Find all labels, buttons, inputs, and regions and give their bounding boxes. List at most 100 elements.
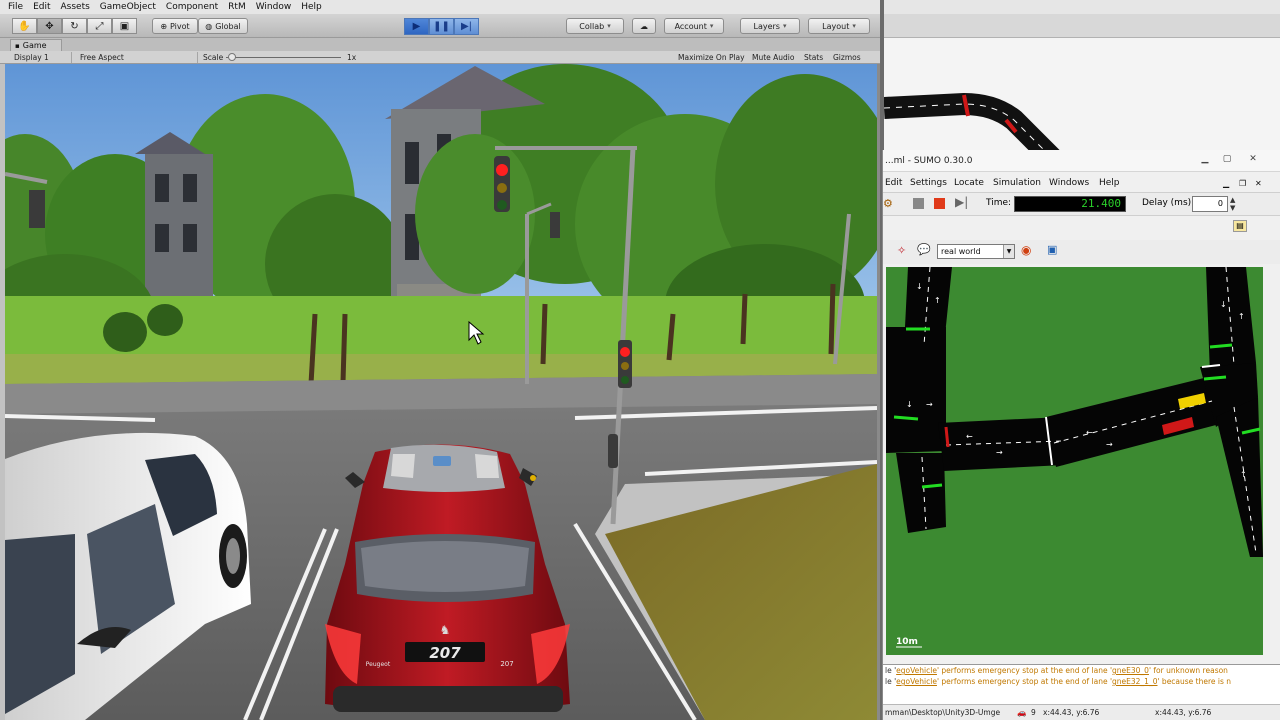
scale-slider[interactable] (226, 53, 341, 61)
maximize-icon[interactable]: ▢ (1217, 153, 1237, 166)
sumo-menu-simulation[interactable]: Simulation (993, 178, 1041, 188)
open-icon[interactable]: ⚙ (883, 197, 893, 210)
message-prefix: le ' (885, 666, 897, 675)
svg-text:↓: ↓ (916, 282, 923, 291)
game-view-bar: Display 1 Free Aspect Scale 1x Maximize … (0, 51, 880, 64)
tooltip-icon[interactable]: 💬 (917, 243, 931, 256)
svg-text:↓: ↓ (1220, 300, 1227, 309)
color-wheel-icon[interactable]: ◉ (1021, 243, 1031, 257)
sumo-menu-help[interactable]: Help (1099, 178, 1120, 188)
unity-toolbar: ✋ ✥ ↻ ⤢ ▣ ⊕ Pivot ◍ Global ▶ ❚❚ ▶| Collab ▾… (0, 14, 880, 38)
mute-audio-toggle[interactable]: Mute Audio (752, 52, 794, 63)
svg-text:→: → (996, 448, 1003, 457)
pivot-button[interactable]: ⊕ Pivot (152, 18, 198, 34)
stop-icon[interactable] (913, 198, 924, 209)
minimize-icon[interactable]: ▁ (1195, 153, 1215, 166)
menu-file[interactable]: File (8, 2, 23, 12)
hand-icon[interactable]: ✋ (12, 18, 37, 34)
message-prefix: le ' (885, 677, 897, 686)
display-dropdown[interactable]: Display 1 (14, 52, 72, 63)
delay-input[interactable]: 0 (1192, 196, 1228, 212)
message-suffix: ' because there is n (1157, 677, 1232, 686)
close-icon[interactable]: ✕ (1243, 153, 1263, 166)
open-view-icon[interactable]: ▤ (1233, 220, 1247, 232)
screenshot-icon[interactable]: ▣ (1047, 243, 1057, 256)
maximize-on-play-toggle[interactable]: Maximize On Play (678, 52, 745, 63)
scale-bar-label: 10m (896, 637, 918, 647)
menu-gameobject[interactable]: GameObject (100, 2, 156, 12)
view-scheme-select[interactable]: real world ▼ (937, 244, 1015, 259)
stats-toggle[interactable]: Stats (804, 52, 823, 63)
step-icon[interactable]: ▶| (454, 18, 479, 35)
menu-help[interactable]: Help (301, 2, 322, 12)
sumo-menu-windows[interactable]: Windows (1049, 178, 1089, 188)
gizmos-dropdown[interactable]: Gizmos (833, 52, 861, 63)
scale-label: Scale (203, 53, 224, 62)
record-icon[interactable] (934, 198, 945, 209)
status-coords-network: x:44.43, y:6.76 (1043, 708, 1100, 717)
menu-window[interactable]: Window (256, 2, 292, 12)
sumo-title-text: ...ml - SUMO 0.30.0 (885, 155, 973, 166)
message-line: le 'egoVehicle' performs emergency stop … (885, 665, 1280, 676)
pivot-label: Pivot (170, 21, 190, 31)
license-plate-text: 207 (429, 644, 461, 662)
cloud-icon[interactable]: ☁ (632, 18, 656, 34)
chevron-down-icon: ▾ (709, 22, 714, 30)
svg-text:↑: ↑ (1238, 312, 1245, 321)
message-lane-link[interactable]: gneE30_0 (1112, 666, 1149, 675)
tab-game[interactable]: ▪ Game (10, 39, 62, 51)
display-label: Display 1 (14, 53, 49, 62)
game-tab-strip: ▪ Game (0, 38, 880, 51)
sumo-network-canvas: ↓ ↑ ↓ → ← → ← → ↓ ↑ ↑ 10m (886, 267, 1263, 655)
sumo-network-view[interactable]: ↓ ↑ ↓ → ← → ← → ↓ ↑ ↑ 10m (886, 267, 1263, 655)
aspect-dropdown[interactable]: Free Aspect (80, 52, 198, 63)
sumo-menu-bar: Edit Settings Locate Simulation Windows … (883, 176, 1280, 190)
layers-dropdown[interactable]: Layers ▾ (740, 18, 800, 34)
message-log[interactable]: le 'egoVehicle' performs emergency stop … (883, 664, 1280, 704)
scale-slider-knob[interactable] (228, 53, 236, 61)
mdi-restore-icon[interactable]: ❐ (1239, 179, 1246, 188)
scale-icon[interactable]: ⤢ (87, 18, 112, 34)
sumo-menu-locate[interactable]: Locate (954, 178, 984, 188)
transform-tools: ✋ ✥ ↻ ⤢ ▣ (12, 18, 137, 34)
sumo-menu-settings[interactable]: Settings (910, 178, 947, 188)
svg-text:↓: ↓ (906, 400, 913, 409)
play-icon[interactable]: ▶ (404, 18, 429, 35)
mdi-close-icon[interactable]: ✕ (1255, 179, 1262, 188)
menu-assets[interactable]: Assets (61, 2, 90, 12)
layout-dropdown[interactable]: Layout ▾ (808, 18, 870, 34)
locate-icon[interactable]: ✧ (897, 244, 906, 257)
rotate-icon[interactable]: ↻ (62, 18, 87, 34)
delay-stepper[interactable]: ▲ ▼ (1230, 196, 1235, 212)
model-badge: 207 (500, 660, 513, 668)
sumo-menu-edit[interactable]: Edit (885, 178, 902, 188)
global-label: Global (215, 21, 241, 31)
pause-icon[interactable]: ❚❚ (429, 18, 454, 35)
account-label: Account (674, 21, 707, 31)
sumo-window: ...ml - SUMO 0.30.0 ▁ ▢ ✕ Edit Settings … (882, 150, 1280, 720)
sumo-status-bar: mman\Desktop\Unity3D-Umge 🚗 9 x:44.43, y… (883, 704, 1280, 720)
chevron-down-icon: ▼ (1003, 245, 1014, 258)
game-scene: 207 207 Peugeot ♞ (5, 64, 877, 720)
global-button[interactable]: ◍ Global (198, 18, 248, 34)
rect-icon[interactable]: ▣ (112, 18, 137, 34)
menu-component[interactable]: Component (166, 2, 218, 12)
svg-text:→: → (926, 400, 933, 409)
game-view[interactable]: 207 207 Peugeot ♞ (5, 64, 877, 720)
message-vehicle-link[interactable]: egoVehicle (896, 677, 937, 686)
step-icon[interactable]: ▶| (955, 195, 968, 209)
menu-edit[interactable]: Edit (33, 2, 50, 12)
delay-label: Delay (ms): (1142, 198, 1195, 208)
message-lane-link[interactable]: gneE32_1_0 (1112, 677, 1157, 686)
vehicle-count-icon: 🚗 (1017, 708, 1027, 717)
layers-label: Layers (753, 21, 780, 31)
view-scheme-value: real world (941, 247, 981, 256)
move-icon[interactable]: ✥ (37, 18, 62, 34)
account-button[interactable]: Account ▾ (664, 18, 724, 34)
message-vehicle-link[interactable]: egoVehicle (896, 666, 937, 675)
mdi-minimize-icon[interactable]: ▁ (1223, 179, 1229, 188)
sumo-view-toolbar: ✧ 💬 real world ▼ ◉ ▣ (883, 240, 1280, 264)
collab-button[interactable]: Collab ▾ (566, 18, 624, 34)
chevron-down-icon: ▾ (782, 22, 787, 30)
menu-rtm[interactable]: RtM (228, 2, 246, 12)
